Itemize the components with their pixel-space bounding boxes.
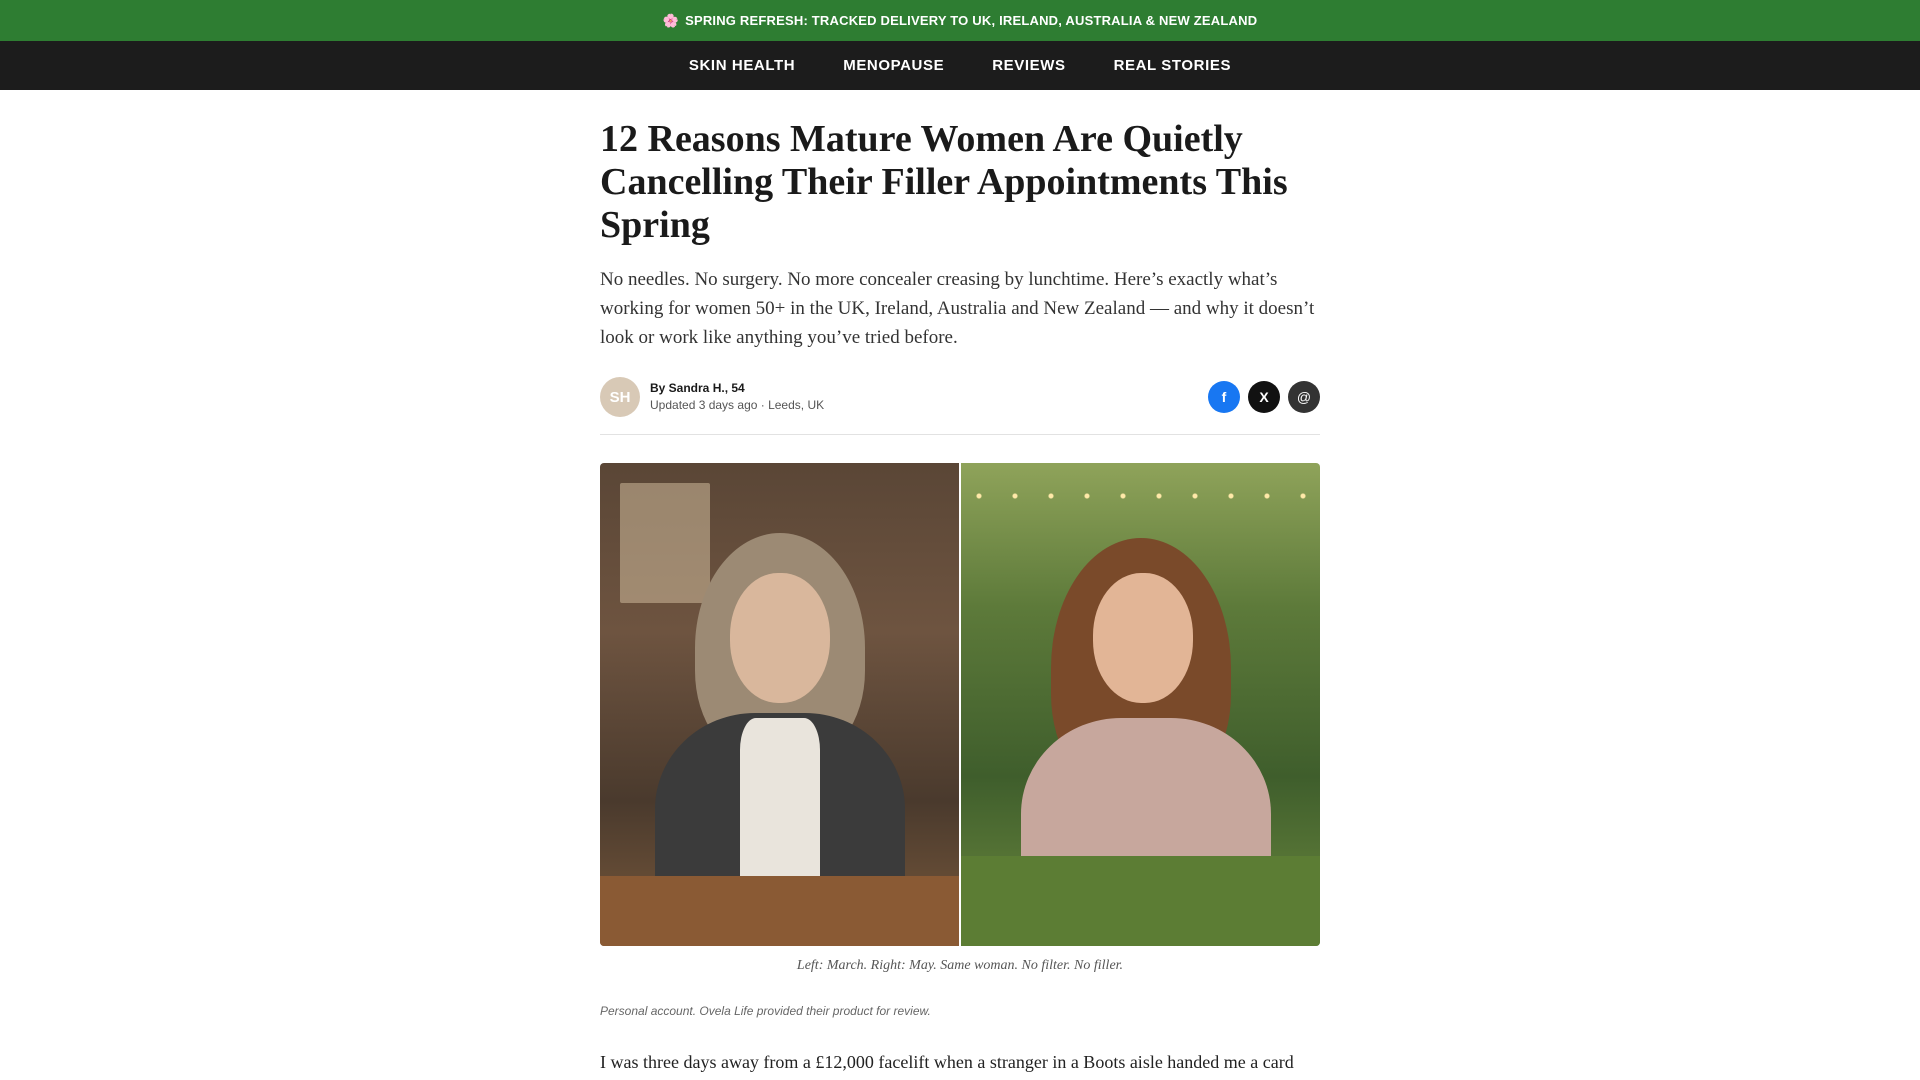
article-headline: 12 Reasons Mature Women Are Quietly Canc… — [600, 118, 1288, 246]
article: 12 Reasons Mature Women Are Quietly Canc… — [600, 90, 1320, 1076]
avatar: SH — [600, 377, 640, 417]
divider — [600, 434, 1320, 435]
flower-icon: 🌸 — [662, 12, 680, 28]
disclosure-note: Personal account. Ovela Life provided th… — [600, 1004, 931, 1018]
promo-text: SPRING REFRESH: TRACKED DELIVERY TO UK, … — [685, 13, 1258, 28]
author-name: By Sandra H., 54 — [650, 381, 745, 395]
nav-item-menopause[interactable]: MENOPAUSE — [843, 57, 944, 74]
promo-banner: 🌸 SPRING REFRESH: TRACKED DELIVERY TO UK… — [0, 0, 1920, 41]
author-meta: Updated 3 days ago · Leeds, UK — [650, 398, 825, 412]
face — [1093, 573, 1193, 703]
author-text: By Sandra H., 54 Updated 3 days ago · Le… — [650, 380, 824, 414]
author-block: SH By Sandra H., 54 Updated 3 days ago ·… — [600, 377, 824, 417]
share-buttons: f X @ — [1208, 381, 1320, 413]
article-dek: No needles. No surgery. No more conceale… — [600, 269, 1315, 348]
before-after-image — [600, 463, 1320, 946]
image-caption: Left: March. Right: May. Same woman. No … — [796, 958, 1124, 973]
face — [730, 573, 830, 703]
shirt — [740, 718, 820, 878]
nav-item-skin-health[interactable]: SKIN HEALTH — [689, 57, 795, 74]
byline-row: SH By Sandra H., 54 Updated 3 days ago ·… — [600, 376, 1320, 418]
x-share-button[interactable]: X — [1248, 381, 1280, 413]
lawn — [961, 856, 1320, 946]
before-photo — [600, 463, 959, 946]
nav-item-real-stories[interactable]: REAL STORIES — [1114, 57, 1232, 74]
after-photo — [961, 463, 1320, 946]
nav-item-reviews[interactable]: REVIEWS — [992, 57, 1065, 74]
email-share-button[interactable]: @ — [1288, 381, 1320, 413]
facebook-share-button[interactable]: f — [1208, 381, 1240, 413]
string-lights — [961, 481, 1320, 511]
background-window — [620, 483, 710, 603]
main-nav: SKIN HEALTH MENOPAUSE REVIEWS REAL STORI… — [0, 41, 1920, 90]
article-body-paragraph: I was three days away from a £12,000 fac… — [600, 1052, 1294, 1072]
table — [600, 876, 959, 946]
